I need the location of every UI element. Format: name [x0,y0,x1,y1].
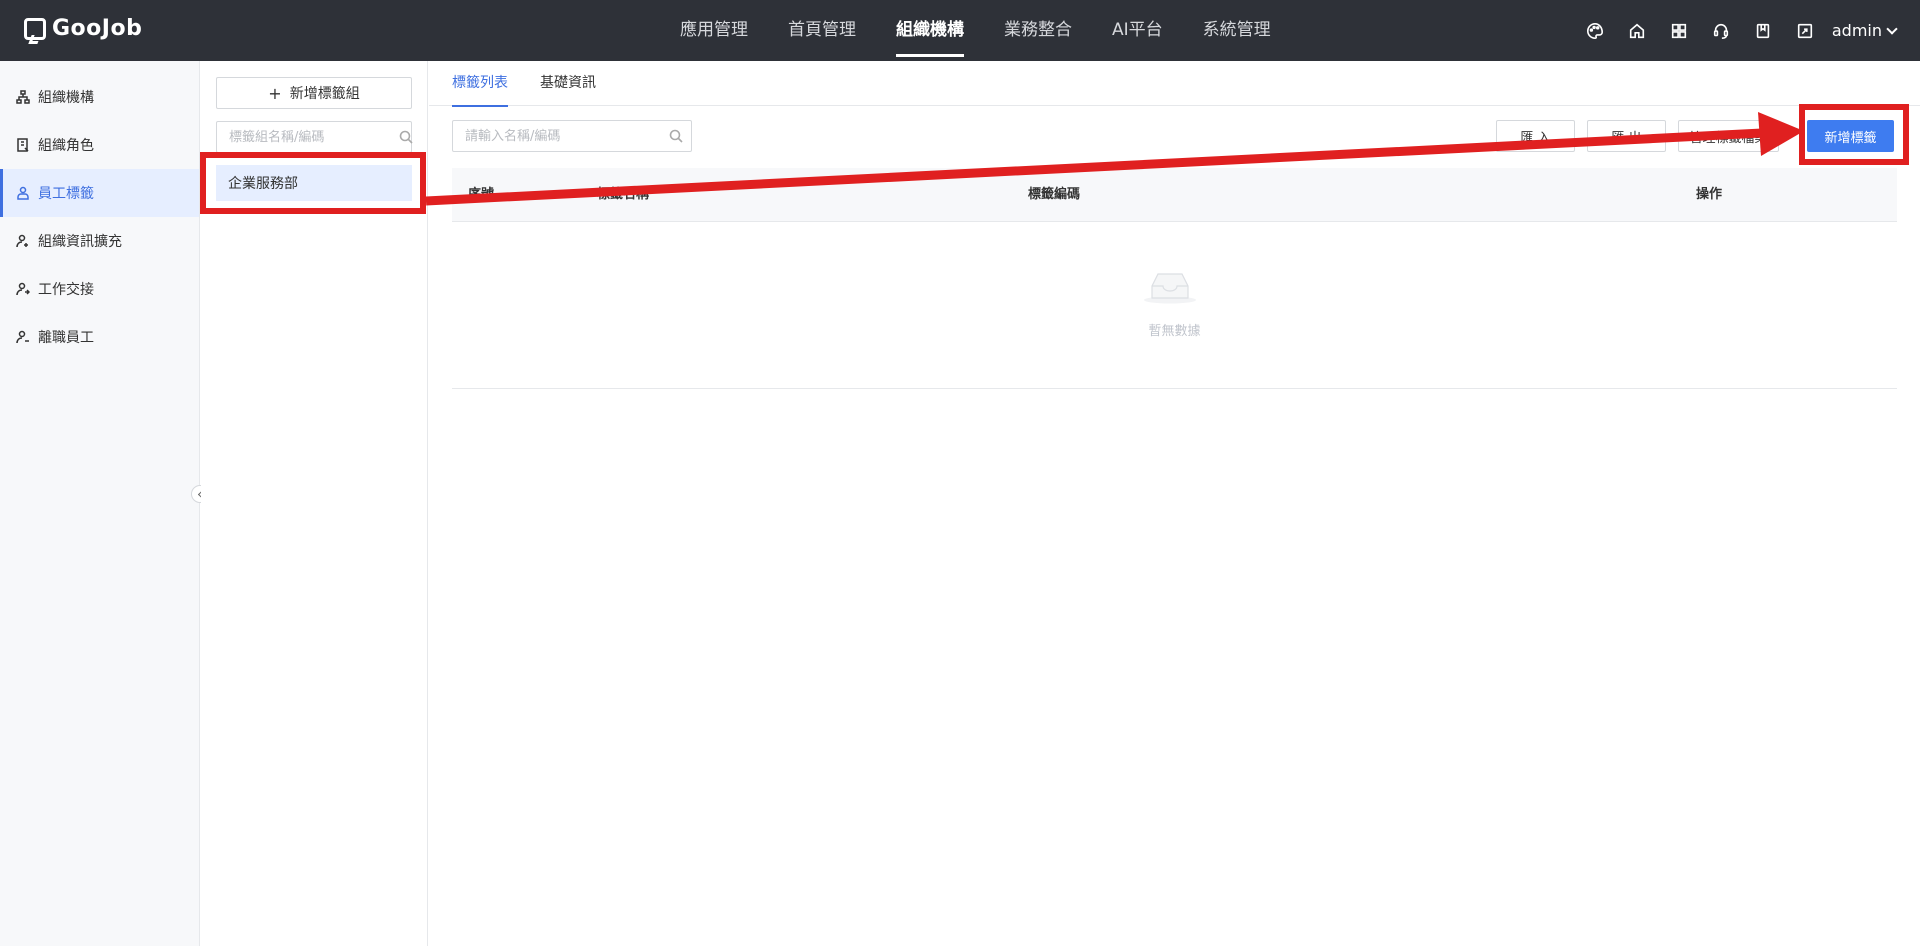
book-icon[interactable] [1742,0,1784,61]
sidebar-item-organization[interactable]: 組織機構 [0,73,199,121]
add-tag-group-label: 新增標籤組 [289,86,360,102]
add-tag-group-button[interactable]: + 新增標籤組 [216,77,412,109]
tab-tag-list[interactable]: 標籤列表 [452,61,508,107]
add-tag-button[interactable]: 新增標籤 [1807,120,1894,152]
sidebar-item-label: 組織機構 [38,90,94,106]
nav-item-organization[interactable]: 組織機構 [876,0,984,61]
tag-group-panel: + 新增標籤組 企業服務部 [201,61,428,946]
export-icon[interactable] [1784,0,1826,61]
tag-search [452,120,692,152]
role-badge-icon [16,138,30,152]
search-icon[interactable] [661,129,691,143]
tag-group-item[interactable]: 企業服務部 [216,165,412,201]
main-content: 標籤列表 基礎資訊 匯 入 匯 出 管理標籤檔案 新增標籤 序號 標籤名稱 標籤… [429,61,1920,946]
sidebar-item-handover[interactable]: 工作交接 [0,265,199,313]
apps-grid-icon[interactable] [1658,0,1700,61]
top-actions: admin [1574,0,1898,61]
export-button[interactable]: 匯 出 [1587,120,1666,152]
sidebar-item-org-extension[interactable]: 組織資訊擴充 [0,217,199,265]
user-extend-icon [16,234,30,248]
column-header-tag-name: 標籤名稱 [597,187,650,202]
tag-table: 序號 標籤名稱 標籤編碼 操作 暫無數據 [452,168,1897,389]
table-empty-state: 暫無數據 [452,222,1897,389]
import-button[interactable]: 匯 入 [1496,120,1575,152]
tab-basic-info[interactable]: 基礎資訊 [540,61,596,106]
nav-item-ai-platform[interactable]: AI平台 [1092,0,1183,61]
plus-icon: + [268,83,282,103]
chevron-down-icon [1886,22,1898,35]
logo[interactable]: GooJob [24,16,142,41]
logo-text: GooJob [52,16,143,41]
sidebar-item-resigned[interactable]: 離職員工 [0,313,199,361]
search-icon[interactable] [399,130,413,144]
empty-text: 暫無數據 [1148,324,1201,339]
employee-tag-icon [16,186,30,200]
top-bar: GooJob 應用管理 首頁管理 組織機構 業務整合 AI平台 系統管理 adm… [0,0,1920,61]
sidebar-item-label: 員工標籤 [38,186,94,202]
sidebar-item-employee-tags[interactable]: 員工標籤 [0,169,199,217]
manage-tag-file-button[interactable]: 管理標籤檔案 [1678,120,1779,152]
support-icon[interactable] [1700,0,1742,61]
org-tree-icon [16,90,30,104]
sidebar-item-label: 離職員工 [38,330,94,346]
tag-search-input[interactable] [453,121,661,151]
nav-item-app-management[interactable]: 應用管理 [660,0,768,61]
sidebar: 組織機構 組織角色 員工標籤 組織資訊擴充 工作交接 離職員工 [0,61,200,946]
column-header-actions: 操作 [1696,187,1723,202]
home-icon[interactable] [1616,0,1658,61]
tag-group-search-input[interactable] [217,122,399,152]
sidebar-item-label: 組織角色 [38,138,94,154]
sidebar-item-label: 組織資訊擴充 [38,234,122,250]
nav-item-system-management[interactable]: 系統管理 [1183,0,1291,61]
user-handover-icon [16,282,30,296]
column-header-tag-code: 標籤編碼 [1028,187,1081,202]
empty-inbox-icon [1144,273,1196,304]
top-nav: 應用管理 首頁管理 組織機構 業務整合 AI平台 系統管理 [660,0,1291,61]
column-header-index: 序號 [468,187,495,202]
table-header: 序號 標籤名稱 標籤編碼 操作 [452,168,1897,222]
nav-item-homepage-management[interactable]: 首頁管理 [768,0,876,61]
palette-icon[interactable] [1574,0,1616,61]
tag-group-search [216,121,413,153]
user-resign-icon [16,330,30,344]
sidebar-item-roles[interactable]: 組織角色 [0,121,199,169]
user-name: admin [1831,21,1882,40]
nav-item-business-integration[interactable]: 業務整合 [984,0,1092,61]
sidebar-item-label: 工作交接 [38,282,94,298]
user-menu[interactable]: admin [1831,21,1898,40]
logo-icon [24,17,46,40]
tabs: 標籤列表 基礎資訊 [429,61,1920,107]
